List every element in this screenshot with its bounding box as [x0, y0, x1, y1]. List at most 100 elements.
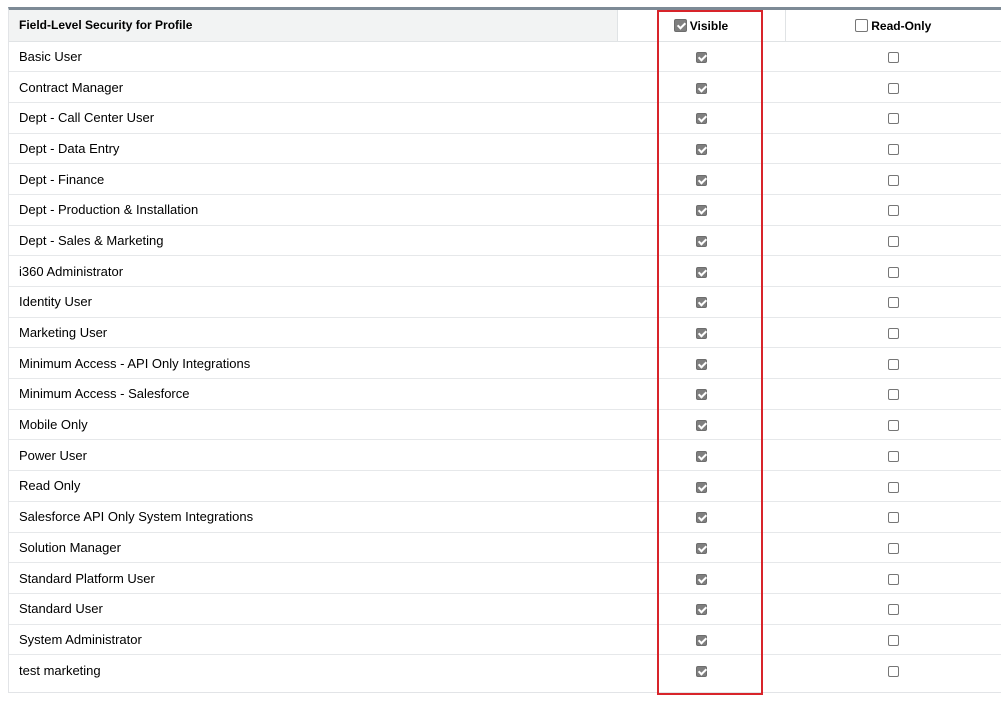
profile-name: Identity User [9, 286, 617, 318]
visible-checkbox[interactable] [695, 389, 707, 401]
read-only-checkbox[interactable] [887, 573, 899, 585]
read-only-checkbox[interactable] [887, 542, 899, 554]
visible-checkbox[interactable] [695, 205, 707, 217]
read-only-checkbox[interactable] [887, 481, 899, 493]
read-only-checkbox[interactable] [887, 512, 899, 524]
visible-checkbox[interactable] [695, 266, 707, 278]
visible-checkbox[interactable] [695, 420, 707, 432]
read-only-column-label: Read-Only [871, 18, 932, 33]
table-row: Dept - Sales & Marketing [9, 225, 1001, 257]
visible-checkbox[interactable] [695, 236, 707, 248]
visible-cell [617, 133, 785, 165]
read-only-checkbox[interactable] [887, 236, 899, 248]
visible-cell [617, 255, 785, 287]
read-only-cell [785, 378, 1001, 410]
table-row: i360 Administrator [9, 255, 1001, 287]
visible-checkbox[interactable] [695, 573, 707, 585]
read-only-cell [785, 562, 1001, 594]
visible-cell [617, 286, 785, 318]
profile-name: Minimum Access - Salesforce [9, 378, 617, 410]
table-row: System Administrator [9, 624, 1001, 656]
visible-cell [617, 194, 785, 226]
visible-checkbox[interactable] [695, 328, 707, 340]
read-only-cell [785, 41, 1001, 73]
read-only-checkbox[interactable] [887, 420, 899, 432]
visible-cell [617, 378, 785, 410]
visible-checkbox[interactable] [695, 450, 707, 462]
field-level-security-panel: Field-Level Security for Profile Visible… [8, 7, 1001, 693]
read-only-checkbox[interactable] [887, 634, 899, 646]
visible-checkbox[interactable] [695, 82, 707, 94]
profile-name: Dept - Call Center User [9, 102, 617, 134]
read-only-checkbox[interactable] [887, 174, 899, 186]
table-row: Marketing User [9, 317, 1001, 349]
read-only-checkbox[interactable] [887, 113, 899, 125]
table-row: Solution Manager [9, 532, 1001, 564]
profile-name: System Administrator [9, 624, 617, 656]
visible-checkbox[interactable] [695, 143, 707, 155]
visible-cell [617, 439, 785, 472]
visible-checkbox[interactable] [695, 113, 707, 125]
profile-name: Dept - Finance [9, 163, 617, 195]
visible-checkbox[interactable] [695, 481, 707, 493]
read-only-checkbox[interactable] [887, 665, 899, 677]
read-only-checkbox[interactable] [887, 205, 899, 217]
visible-cell [617, 317, 785, 349]
read-only-checkbox[interactable] [887, 328, 899, 340]
table-row: Power User [9, 439, 1001, 472]
visible-checkbox[interactable] [695, 51, 707, 63]
read-only-checkbox[interactable] [887, 450, 899, 462]
table-row: Standard Platform User [9, 562, 1001, 594]
visible-cell [617, 470, 785, 502]
profile-name: Standard Platform User [9, 562, 617, 594]
profile-name: Salesforce API Only System Integrations [9, 501, 617, 533]
table-header-row: Field-Level Security for Profile Visible… [9, 10, 1001, 42]
profile-name: test marketing [19, 662, 101, 678]
profile-name: Standard User [9, 593, 617, 625]
read-only-checkbox[interactable] [887, 143, 899, 155]
table-row: Mobile Only [9, 409, 1001, 441]
profile-name: Mobile Only [9, 409, 617, 441]
table-row: Basic User [9, 41, 1001, 73]
visible-checkbox[interactable] [695, 542, 707, 554]
profile-name: Marketing User [9, 317, 617, 349]
read-only-cell [785, 133, 1001, 165]
visible-checkbox[interactable] [695, 297, 707, 309]
read-only-cell [785, 439, 1001, 472]
table-row: Standard User [9, 593, 1001, 625]
profile-name: Solution Manager [9, 532, 617, 564]
read-only-cell [785, 409, 1001, 441]
visible-cell [617, 532, 785, 564]
visible-checkbox[interactable] [695, 604, 707, 616]
read-only-checkbox[interactable] [887, 51, 899, 63]
read-only-checkbox[interactable] [887, 358, 899, 370]
visible-cell [617, 593, 785, 625]
read-only-checkbox[interactable] [887, 82, 899, 94]
read-only-cell [785, 317, 1001, 349]
read-only-cell [785, 470, 1001, 502]
table-row: Dept - Production & Installation [9, 194, 1001, 226]
read-only-cell [785, 225, 1001, 257]
visible-checkbox[interactable] [695, 634, 707, 646]
visible-cell [617, 71, 785, 103]
read-only-select-all-checkbox[interactable] [855, 18, 869, 32]
visible-cell [617, 562, 785, 594]
visible-checkbox[interactable] [695, 174, 707, 186]
read-only-cell [785, 501, 1001, 533]
read-only-checkbox[interactable] [887, 389, 899, 401]
visible-cell [617, 624, 785, 656]
read-only-cell [785, 194, 1001, 226]
read-only-cell [785, 532, 1001, 564]
visible-column-label: Visible [689, 18, 729, 33]
visible-checkbox[interactable] [695, 358, 707, 370]
profile-rows: Basic User Contract Manager Dept - Call Ce… [9, 41, 1001, 685]
read-only-cell [785, 347, 1001, 380]
read-only-checkbox[interactable] [887, 297, 899, 309]
visible-checkbox[interactable] [695, 512, 707, 524]
visible-checkbox[interactable] [695, 665, 707, 677]
visible-select-all-checkbox[interactable] [673, 18, 687, 32]
table-row: Dept - Finance [9, 163, 1001, 195]
read-only-checkbox[interactable] [887, 604, 899, 616]
visible-column-header: Visible [617, 10, 786, 42]
read-only-checkbox[interactable] [887, 266, 899, 278]
